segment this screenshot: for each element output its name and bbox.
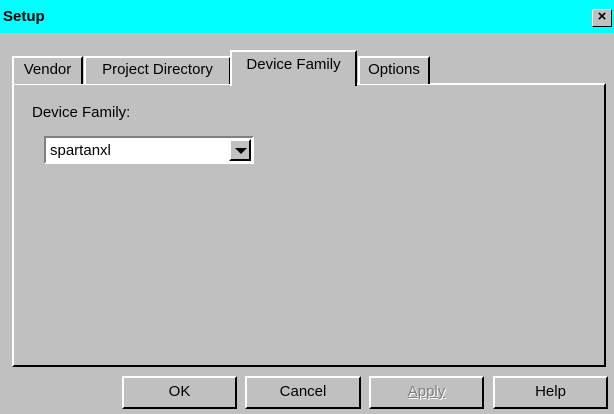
tab-vendor[interactable]: Vendor [12,56,83,84]
dropdown-button[interactable] [229,139,251,161]
tab-label: Vendor [23,61,72,78]
tab-panel-device-family [12,83,606,367]
title-bar[interactable]: Setup × [0,0,614,33]
help-button-label: Help [535,383,566,400]
ok-button[interactable]: OK [122,376,237,409]
ok-button-label: OK [168,383,191,400]
tab-project-directory[interactable]: Project Directory [84,56,231,84]
device-family-value: spartanxl [50,142,111,159]
tab-label: Options [368,61,420,78]
help-button[interactable]: Help [493,376,608,409]
close-button[interactable]: × [592,9,612,27]
chevron-down-icon [235,148,247,154]
cancel-button-label: Cancel [279,383,327,400]
apply-button-label: Apply [407,383,446,400]
tab-device-family[interactable]: Device Family [230,50,357,86]
device-family-label: Device Family: [32,104,131,121]
setup-dialog: Setup × Vendor Project Directory Device … [0,0,614,414]
apply-button[interactable]: Apply [369,376,484,409]
window-title: Setup [3,8,45,25]
cancel-button[interactable]: Cancel [245,376,361,409]
close-icon: × [597,8,607,25]
tab-label: Device Family [246,56,341,73]
tab-label: Project Directory [102,61,213,78]
tab-options[interactable]: Options [358,56,430,84]
device-family-select[interactable]: spartanxl [44,136,254,164]
